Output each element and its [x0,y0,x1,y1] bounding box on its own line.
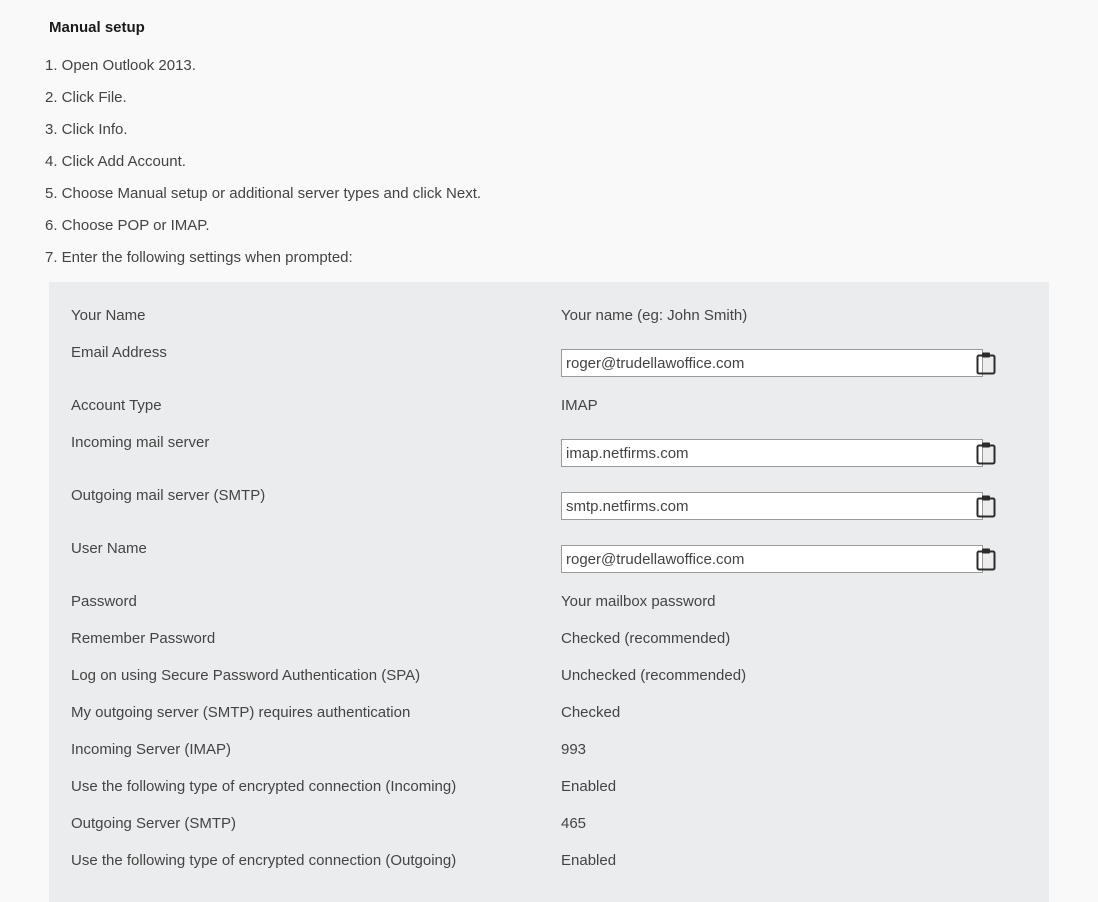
setting-label: Use the following type of encrypted conn… [71,852,457,869]
settings-table: Your Name Your name (eg: John Smith) Ema… [49,282,1049,902]
setting-value: Your name (eg: John Smith) [561,307,748,324]
step-item: 1. Open Outlook 2013. [45,57,196,74]
step-item: 5. Choose Manual setup or additional ser… [45,185,482,202]
page-title: Manual setup [49,19,145,36]
clipboard-icon [976,352,996,375]
setting-value: 465 [561,815,587,832]
setting-value: Checked (recommended) [561,630,731,647]
setup-steps-list: 1. Open Outlook 2013. 2. Click File. 3. … [45,56,481,280]
clipboard-icon [976,548,996,571]
setting-label: Email Address [71,344,167,361]
setting-value: Enabled [561,778,617,795]
setting-value: Checked [561,704,621,721]
setting-label: Account Type [71,397,162,414]
step-item: 7. Enter the following settings when pro… [45,249,353,266]
setting-label: My outgoing server (SMTP) requires authe… [71,704,411,721]
clipboard-icon [976,442,996,465]
setting-value: Your mailbox password [561,593,716,610]
setting-label: Outgoing mail server (SMTP) [71,487,266,504]
setting-label: Use the following type of encrypted conn… [71,778,457,795]
incoming-server-field[interactable] [561,439,983,467]
setting-label: Remember Password [71,630,216,647]
copy-incoming-server-button[interactable] [975,440,999,466]
setting-label: Incoming Server (IMAP) [71,741,232,758]
copy-outgoing-server-button[interactable] [975,493,999,519]
setting-label: Password [71,593,137,610]
outgoing-server-field[interactable] [561,492,983,520]
email-address-field[interactable] [561,349,983,377]
step-item: 3. Click Info. [45,121,128,138]
setting-value: Unchecked (recommended) [561,667,747,684]
instructions-page: Manual setup 1. Open Outlook 2013. 2. Cl… [0,0,1098,902]
clipboard-icon [976,495,996,518]
step-item: 4. Click Add Account. [45,153,186,170]
setting-label: Log on using Secure Password Authenticat… [71,667,421,684]
setting-label: Outgoing Server (SMTP) [71,815,237,832]
setting-label: User Name [71,540,147,557]
step-item: 6. Choose POP or IMAP. [45,217,210,234]
setting-value: 993 [561,741,587,758]
copy-email-button[interactable] [975,350,999,376]
copy-user-name-button[interactable] [975,546,999,572]
setting-label: Your Name [71,307,146,324]
setting-label: Incoming mail server [71,434,210,451]
user-name-field[interactable] [561,545,983,573]
setting-value: Enabled [561,852,617,869]
step-item: 2. Click File. [45,89,127,106]
setting-value: IMAP [561,397,598,414]
